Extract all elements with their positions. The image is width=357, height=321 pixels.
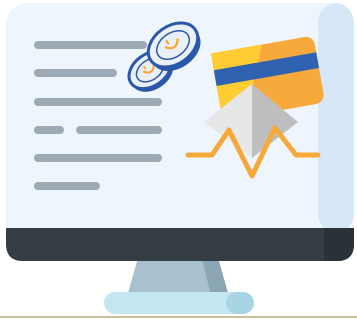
- monitor-icon: [0, 3, 357, 318]
- illustration-canvas: [0, 0, 357, 321]
- monitor-base-shade: [226, 292, 254, 314]
